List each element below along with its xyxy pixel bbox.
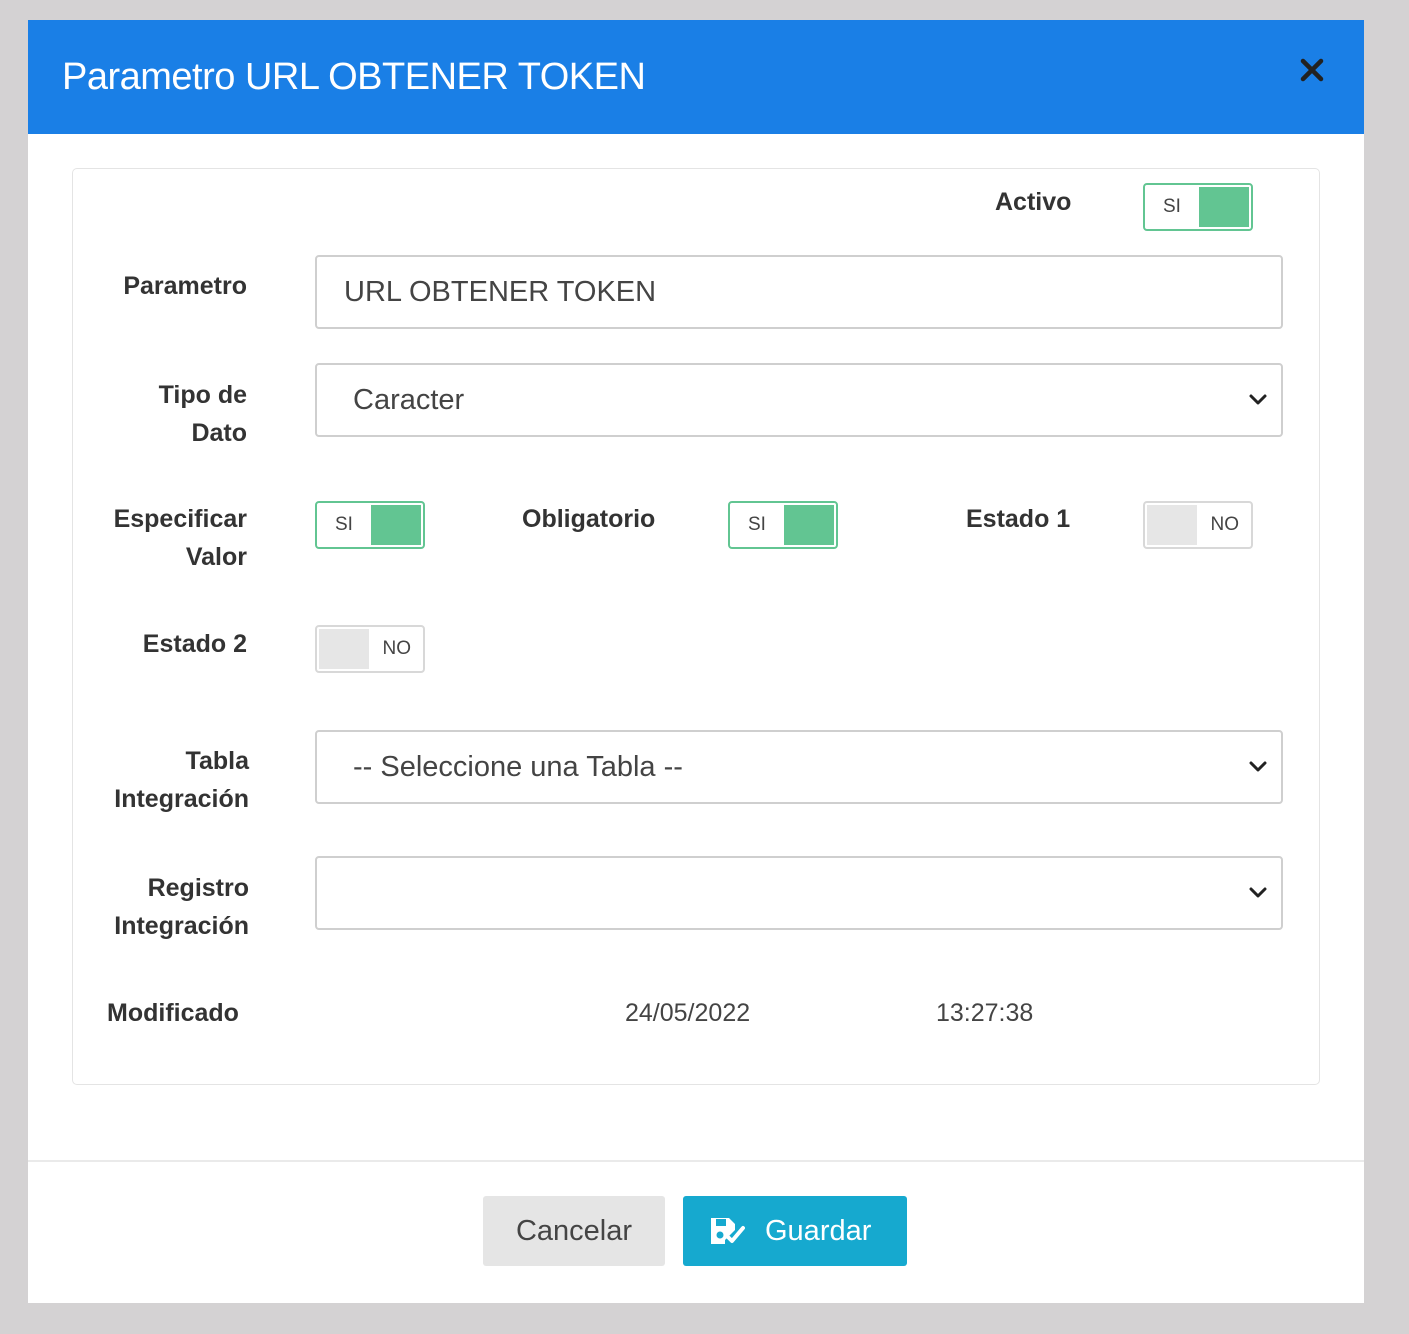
modal-title: Parametro URL OBTENER TOKEN: [62, 56, 646, 98]
toggle-knob: [784, 505, 834, 545]
obligatorio-toggle-text: SI: [748, 514, 766, 535]
tabla-integracion-label: Tabla Integración: [114, 742, 249, 818]
tabla-integracion-label-line1: Tabla: [185, 747, 249, 775]
especificar-valor-label-line1: Especificar: [113, 505, 247, 533]
toggle-knob: [1147, 505, 1197, 545]
parametro-label: Parametro: [123, 272, 247, 300]
toggle-knob: [1199, 187, 1249, 227]
footer-divider: [28, 1160, 1364, 1162]
tipo-dato-value: Caracter: [353, 384, 465, 416]
especificar-valor-toggle[interactable]: SI: [315, 501, 425, 549]
tabla-integracion-label-line2: Integración: [114, 785, 249, 813]
registro-integracion-select[interactable]: [315, 856, 1283, 930]
obligatorio-toggle[interactable]: SI: [728, 501, 838, 549]
chevron-down-icon: [1249, 887, 1267, 898]
activo-label: Activo: [995, 188, 1072, 216]
especificar-valor-label: Especificar Valor: [114, 500, 247, 576]
save-button[interactable]: Guardar: [683, 1196, 907, 1266]
parametro-input[interactable]: URL OBTENER TOKEN: [315, 255, 1283, 329]
modificado-date: 24/05/2022: [625, 999, 751, 1027]
chevron-down-icon: [1249, 761, 1267, 772]
tabla-integracion-value: -- Seleccione una Tabla --: [353, 751, 683, 783]
modal-dialog: Parametro URL OBTENER TOKEN Activo SI Pa…: [28, 20, 1364, 1303]
tipo-dato-label-line1: Tipo de: [158, 381, 247, 409]
estado1-toggle-text: NO: [1210, 514, 1240, 535]
close-icon: [1300, 58, 1324, 82]
obligatorio-label: Obligatorio: [522, 505, 656, 533]
modificado-time: 13:27:38: [936, 999, 1034, 1027]
tabla-integracion-select[interactable]: -- Seleccione una Tabla --: [315, 730, 1283, 804]
toggle-knob: [371, 505, 421, 545]
estado1-toggle[interactable]: NO: [1143, 501, 1253, 549]
toggle-knob: [319, 629, 369, 669]
registro-integracion-label-line2: Integración: [114, 912, 249, 940]
estado2-toggle[interactable]: NO: [315, 625, 425, 673]
form-panel: Activo SI Parametro URL OBTENER TOKEN Ti…: [72, 168, 1320, 1085]
modificado-label: Modificado: [107, 999, 239, 1027]
activo-toggle-text: SI: [1163, 196, 1181, 217]
save-label: Guardar: [765, 1215, 872, 1247]
tipo-dato-label-line2: Dato: [191, 419, 247, 447]
tipo-dato-label: Tipo de Dato: [159, 376, 247, 452]
close-button[interactable]: [1296, 54, 1328, 86]
save-icon: [711, 1218, 745, 1244]
activo-toggle[interactable]: SI: [1143, 183, 1253, 231]
cancel-button[interactable]: Cancelar: [483, 1196, 665, 1266]
registro-integracion-label-line1: Registro: [147, 874, 249, 902]
chevron-down-icon: [1249, 394, 1267, 405]
registro-integracion-label: Registro Integración: [114, 869, 249, 945]
estado2-toggle-text: NO: [382, 638, 412, 659]
tipo-dato-select[interactable]: Caracter: [315, 363, 1283, 437]
estado2-label: Estado 2: [142, 630, 247, 658]
especificar-valor-label-line2: Valor: [185, 543, 247, 571]
especificar-valor-toggle-text: SI: [335, 514, 353, 535]
modal-header: Parametro URL OBTENER TOKEN: [28, 20, 1364, 134]
estado1-label: Estado 1: [966, 505, 1071, 533]
